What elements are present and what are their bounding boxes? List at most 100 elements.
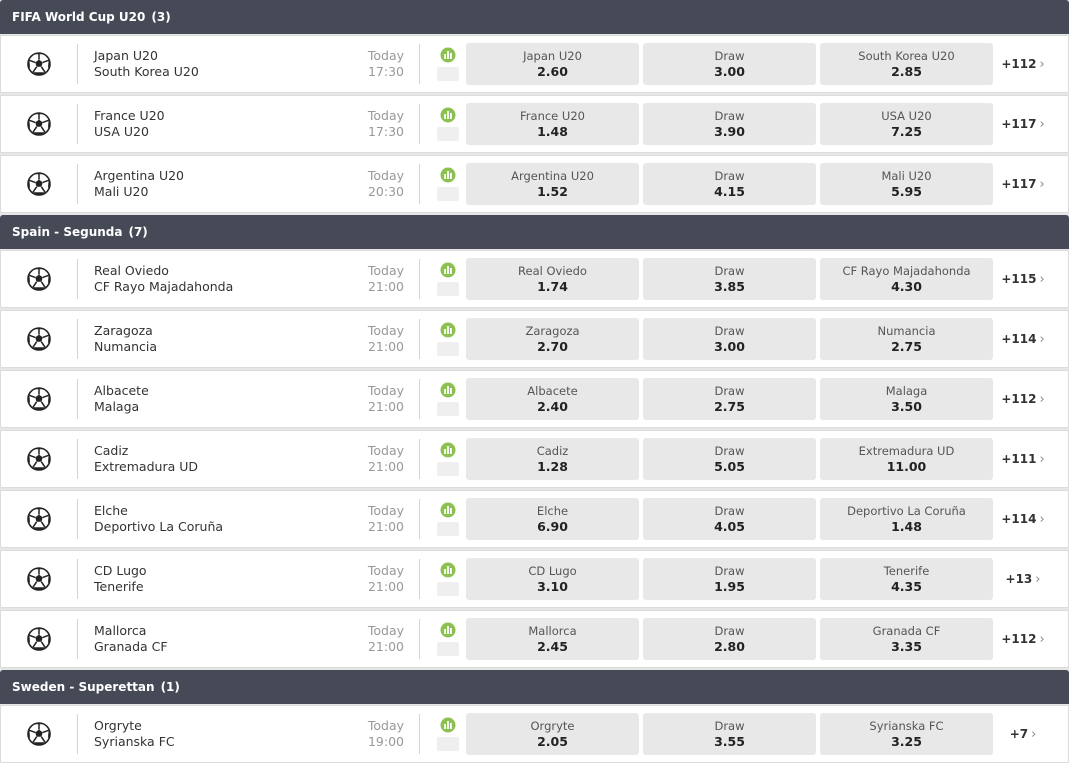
odd-button[interactable]: Mallorca 2.45 xyxy=(466,618,639,660)
odd-button[interactable]: USA U20 7.25 xyxy=(820,103,993,145)
odd-button[interactable]: Elche 6.90 xyxy=(466,498,639,540)
soccer-ball-icon xyxy=(1,172,77,196)
match-row[interactable]: Argentina U20 Mali U20 Today 20:30 Argen… xyxy=(0,155,1069,213)
stats-button[interactable] xyxy=(430,382,466,416)
soccer-ball-icon xyxy=(1,627,77,651)
match-row[interactable]: Real Oviedo CF Rayo Majadahonda Today 21… xyxy=(0,250,1069,308)
more-markets-button[interactable]: +115 › xyxy=(997,272,1049,287)
odd-button[interactable]: Draw 2.80 xyxy=(643,618,816,660)
away-team: Mali U20 xyxy=(94,184,149,199)
match-row[interactable]: Elche Deportivo La Coruña Today 21:00 El… xyxy=(0,490,1069,548)
match-day: Today xyxy=(367,623,404,638)
match-teams[interactable]: Albacete Malaga xyxy=(78,383,324,415)
odd-button[interactable]: Extremadura UD 11.00 xyxy=(820,438,993,480)
chevron-right-icon: › xyxy=(1039,631,1045,647)
row-divider xyxy=(419,164,420,204)
more-markets-button[interactable]: +112 › xyxy=(997,632,1049,647)
odd-button[interactable]: Draw 4.05 xyxy=(643,498,816,540)
odd-label: South Korea U20 xyxy=(858,48,955,63)
odd-price: 4.30 xyxy=(891,278,922,294)
match-teams[interactable]: Zaragoza Numancia xyxy=(78,323,324,355)
match-row[interactable]: Mallorca Granada CF Today 21:00 Mallorca… xyxy=(0,610,1069,668)
odd-price: 2.75 xyxy=(891,338,922,354)
league-header[interactable]: FIFA World Cup U20 (3) xyxy=(0,0,1069,34)
match-teams[interactable]: Argentina U20 Mali U20 xyxy=(78,168,324,200)
odd-price: 5.05 xyxy=(714,458,745,474)
odd-button[interactable]: Argentina U20 1.52 xyxy=(466,163,639,205)
match-teams[interactable]: Japan U20 South Korea U20 xyxy=(78,48,324,80)
odd-button[interactable]: Japan U20 2.60 xyxy=(466,43,639,85)
chevron-right-icon: › xyxy=(1035,571,1041,587)
match-row[interactable]: Orgryte Syrianska FC Today 19:00 Orgryte… xyxy=(0,705,1069,763)
more-markets-button[interactable]: +111 › xyxy=(997,452,1049,467)
more-markets-button[interactable]: +112 › xyxy=(997,57,1049,72)
match-row[interactable]: Zaragoza Numancia Today 21:00 Zaragoza 2… xyxy=(0,310,1069,368)
odd-button[interactable]: Draw 4.15 xyxy=(643,163,816,205)
league-header[interactable]: Sweden - Superettan (1) xyxy=(0,670,1069,704)
more-markets-button[interactable]: +112 › xyxy=(997,392,1049,407)
match-teams[interactable]: Cadiz Extremadura UD xyxy=(78,443,324,475)
row-divider xyxy=(419,559,420,599)
stats-placeholder xyxy=(437,67,459,81)
more-markets-button[interactable]: +117 › xyxy=(997,117,1049,132)
odd-button[interactable]: Draw 3.90 xyxy=(643,103,816,145)
odd-button[interactable]: Draw 1.95 xyxy=(643,558,816,600)
match-teams[interactable]: Orgryte Syrianska FC xyxy=(78,718,324,750)
odd-price: 3.10 xyxy=(537,578,568,594)
odd-button[interactable]: South Korea U20 2.85 xyxy=(820,43,993,85)
odd-button[interactable]: Granada CF 3.35 xyxy=(820,618,993,660)
odd-button[interactable]: Tenerife 4.35 xyxy=(820,558,993,600)
match-row[interactable]: CD Lugo Tenerife Today 21:00 CD Lugo 3.1… xyxy=(0,550,1069,608)
odd-button[interactable]: Draw 3.00 xyxy=(643,318,816,360)
match-teams[interactable]: France U20 USA U20 xyxy=(78,108,324,140)
odd-button[interactable]: Albacete 2.40 xyxy=(466,378,639,420)
odd-button[interactable]: Draw 2.75 xyxy=(643,378,816,420)
odd-button[interactable]: Deportivo La Coruña 1.48 xyxy=(820,498,993,540)
odd-button[interactable]: Draw 5.05 xyxy=(643,438,816,480)
odd-button[interactable]: Real Oviedo 1.74 xyxy=(466,258,639,300)
chevron-right-icon: › xyxy=(1039,511,1045,527)
stats-button[interactable] xyxy=(430,502,466,536)
match-teams[interactable]: Elche Deportivo La Coruña xyxy=(78,503,324,535)
odd-button[interactable]: Malaga 3.50 xyxy=(820,378,993,420)
odd-button[interactable]: CD Lugo 3.10 xyxy=(466,558,639,600)
stats-button[interactable] xyxy=(430,442,466,476)
stats-button[interactable] xyxy=(430,262,466,296)
match-teams[interactable]: Mallorca Granada CF xyxy=(78,623,324,655)
odd-button[interactable]: Draw 3.85 xyxy=(643,258,816,300)
match-row[interactable]: Japan U20 South Korea U20 Today 17:30 Ja… xyxy=(0,35,1069,93)
stats-button[interactable] xyxy=(430,167,466,201)
odd-button[interactable]: Draw 3.55 xyxy=(643,713,816,755)
odd-button[interactable]: Numancia 2.75 xyxy=(820,318,993,360)
stats-button[interactable] xyxy=(430,47,466,81)
stats-button[interactable] xyxy=(430,717,466,751)
match-teams[interactable]: Real Oviedo CF Rayo Majadahonda xyxy=(78,263,324,295)
more-markets-button[interactable]: +13 › xyxy=(997,572,1049,587)
more-markets-count: +115 xyxy=(1001,272,1037,286)
match-row[interactable]: Cadiz Extremadura UD Today 21:00 Cadiz 1… xyxy=(0,430,1069,488)
row-divider xyxy=(419,44,420,84)
stats-button[interactable] xyxy=(430,107,466,141)
odd-button[interactable]: Draw 3.00 xyxy=(643,43,816,85)
more-markets-button[interactable]: +117 › xyxy=(997,177,1049,192)
more-markets-button[interactable]: +114 › xyxy=(997,332,1049,347)
odd-button[interactable]: Orgryte 2.05 xyxy=(466,713,639,755)
more-markets-button[interactable]: +7 › xyxy=(997,727,1049,742)
stats-button[interactable] xyxy=(430,622,466,656)
league-header[interactable]: Spain - Segunda (7) xyxy=(0,215,1069,249)
odd-label: Draw xyxy=(714,623,745,638)
odd-button[interactable]: Mali U20 5.95 xyxy=(820,163,993,205)
more-markets-button[interactable]: +114 › xyxy=(997,512,1049,527)
stats-button[interactable] xyxy=(430,322,466,356)
match-row[interactable]: France U20 USA U20 Today 17:30 France U2… xyxy=(0,95,1069,153)
match-row[interactable]: Albacete Malaga Today 21:00 Albacete 2.4… xyxy=(0,370,1069,428)
odd-price: 3.35 xyxy=(891,638,922,654)
odd-button[interactable]: Cadiz 1.28 xyxy=(466,438,639,480)
odd-button[interactable]: CF Rayo Majadahonda 4.30 xyxy=(820,258,993,300)
odd-label: Draw xyxy=(714,48,745,63)
odd-button[interactable]: Zaragoza 2.70 xyxy=(466,318,639,360)
odd-button[interactable]: France U20 1.48 xyxy=(466,103,639,145)
match-teams[interactable]: CD Lugo Tenerife xyxy=(78,563,324,595)
odd-button[interactable]: Syrianska FC 3.25 xyxy=(820,713,993,755)
stats-button[interactable] xyxy=(430,562,466,596)
